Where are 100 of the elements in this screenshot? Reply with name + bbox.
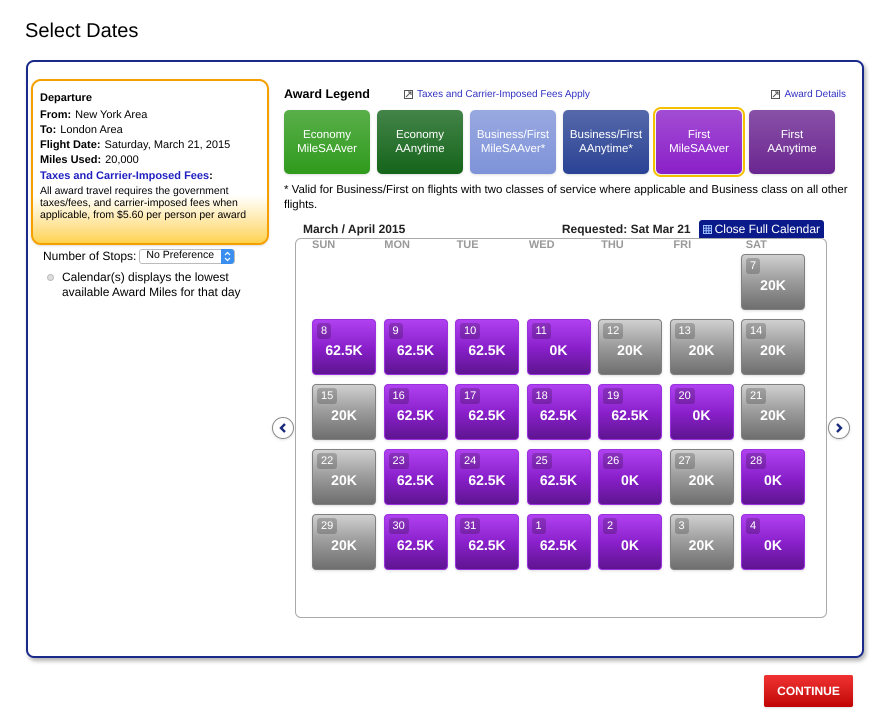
fees-description: All award travel requires the government taxes/fees, and carrier-imposed fees when applicable, from $5.60 per person per award [40, 185, 248, 221]
day-tile[interactable]: 30 62.5K [384, 514, 448, 570]
close-calendar-button[interactable]: Close Full Calendar [698, 220, 824, 238]
day-number: 4 [746, 518, 760, 534]
miles-value: 62.5K [396, 406, 434, 424]
day-tile[interactable]: 9 62.5K [384, 319, 448, 375]
miles-value: 0K [621, 536, 639, 554]
external-link-icon [404, 90, 413, 98]
day-number: 10 [460, 323, 480, 339]
miles-value: 0K [764, 470, 782, 490]
fees-apply-link[interactable]: Taxes and Carrier-Imposed Fees Apply [404, 86, 590, 102]
day-tile[interactable]: 8 62.5K [312, 319, 376, 375]
legend-item[interactable]: First AAnytime [749, 110, 835, 174]
day-number: 16 [388, 388, 409, 404]
day-tile[interactable]: 26 0K [598, 449, 662, 505]
field-label: Flight Date: [40, 138, 100, 153]
weekday-label: THU [601, 239, 625, 252]
weekday-label: SAT [746, 239, 768, 252]
grid-icon [702, 224, 712, 234]
legend-item[interactable]: First MileSAAver [656, 110, 742, 174]
day-number: 28 [746, 453, 766, 469]
miles-value: 62.5K [396, 470, 434, 490]
miles-value: 20K [331, 470, 357, 490]
day-number: 17 [460, 388, 480, 404]
miles-value: 20K [617, 340, 643, 360]
day-tile[interactable]: 20 0K [670, 384, 734, 440]
day-number: 2 [603, 518, 618, 534]
page-title: Select Dates [25, 19, 140, 44]
day-tile[interactable]: 17 62.5K [455, 384, 519, 440]
day-tile[interactable]: 23 62.5K [384, 449, 448, 505]
miles-value: 62.5K [540, 470, 578, 490]
miles-value: 20K [760, 276, 786, 294]
day-tile[interactable]: 31 62.5K [455, 514, 519, 570]
month-title: March / April 2015 [303, 221, 406, 238]
chevron-left-icon [278, 423, 288, 433]
day-number: 1 [532, 518, 546, 534]
award-details-link[interactable]: Award Details [771, 86, 846, 102]
miles-value: 20K [760, 406, 786, 424]
miles-value: 62.5K [396, 536, 434, 554]
stops-dropdown[interactable]: No Preference [139, 248, 236, 264]
weekday-label: SUN [312, 239, 336, 252]
miles-value: 0K [692, 406, 710, 424]
day-number: 31 [460, 518, 480, 534]
field-value: 20,000 [105, 153, 139, 168]
day-number: 30 [388, 518, 409, 534]
miles-value: 62.5K [468, 470, 506, 490]
weekday-label: WED [528, 239, 556, 252]
external-link-icon [771, 90, 780, 98]
day-number: 8 [317, 323, 332, 339]
day-tile[interactable]: 4 0K [741, 514, 805, 570]
day-tile[interactable]: 19 62.5K [598, 384, 662, 440]
field-value: Saturday, March 21, 2015 [104, 138, 230, 153]
day-number: 3 [674, 518, 689, 534]
legend-title: Award Legend [284, 86, 371, 103]
miles-value: 62.5K [325, 340, 363, 360]
miles-value: 20K [688, 470, 714, 490]
miles-value: 62.5K [468, 340, 506, 360]
day-number: 27 [674, 453, 695, 469]
day-number: 12 [603, 323, 624, 339]
miles-value: 62.5K [468, 406, 506, 424]
stops-label: Number of Stops: [43, 248, 136, 265]
miles-value: 20K [688, 340, 714, 360]
legend-item[interactable]: Business/First AAnytime* [563, 110, 649, 174]
miles-value: 0K [621, 470, 639, 490]
day-tile[interactable]: 10 62.5K [455, 319, 519, 375]
field-label: To: [40, 123, 56, 138]
legend-footnote: * Valid for Business/First on flights with two classes of service where applicable and Business class on all other flights. [284, 183, 849, 213]
miles-value: 20K [331, 406, 357, 424]
next-button[interactable] [828, 417, 850, 439]
day-number: 7 [746, 258, 760, 274]
day-tile[interactable]: 11 0K [526, 319, 590, 375]
chevron-right-icon [834, 423, 844, 433]
dropdown-icon [221, 248, 234, 264]
day-tile[interactable]: 1 62.5K [526, 514, 590, 570]
miles-value: 62.5K [540, 406, 578, 424]
legend-item[interactable]: Economy AAnytime [377, 110, 463, 174]
day-tile[interactable]: 25 62.5K [526, 449, 590, 505]
fees-link[interactable]: Taxes and Carrier-Imposed Fees [40, 169, 210, 184]
miles-value: 62.5K [396, 340, 434, 360]
field-label: From: [40, 108, 72, 123]
day-tile[interactable]: 28 0K [741, 449, 805, 505]
field-value: London Area [60, 123, 123, 138]
miles-value: 62.5K [611, 406, 649, 424]
miles-value: 62.5K [540, 536, 578, 554]
day-number: 24 [460, 453, 480, 469]
weekday-label: TUE [456, 239, 480, 252]
previous-button[interactable] [272, 417, 294, 439]
day-tile[interactable]: 18 62.5K [526, 384, 590, 440]
miles-value: 20K [331, 536, 357, 554]
day-number: 11 [532, 323, 551, 339]
day-number: 26 [603, 453, 624, 469]
departure-heading: Departure [40, 91, 93, 106]
continue-button[interactable]: CONTINUE [764, 675, 853, 707]
miles-value: 62.5K [468, 536, 506, 554]
day-number: 18 [532, 388, 552, 404]
day-tile[interactable]: 2 0K [598, 514, 662, 570]
miles-value: 20K [688, 536, 714, 554]
day-tile[interactable]: 16 62.5K [384, 384, 448, 440]
calendar-note: Calendar(s) displays the lowest available Award Miles for that day [62, 270, 242, 300]
day-tile[interactable]: 24 62.5K [455, 449, 519, 505]
